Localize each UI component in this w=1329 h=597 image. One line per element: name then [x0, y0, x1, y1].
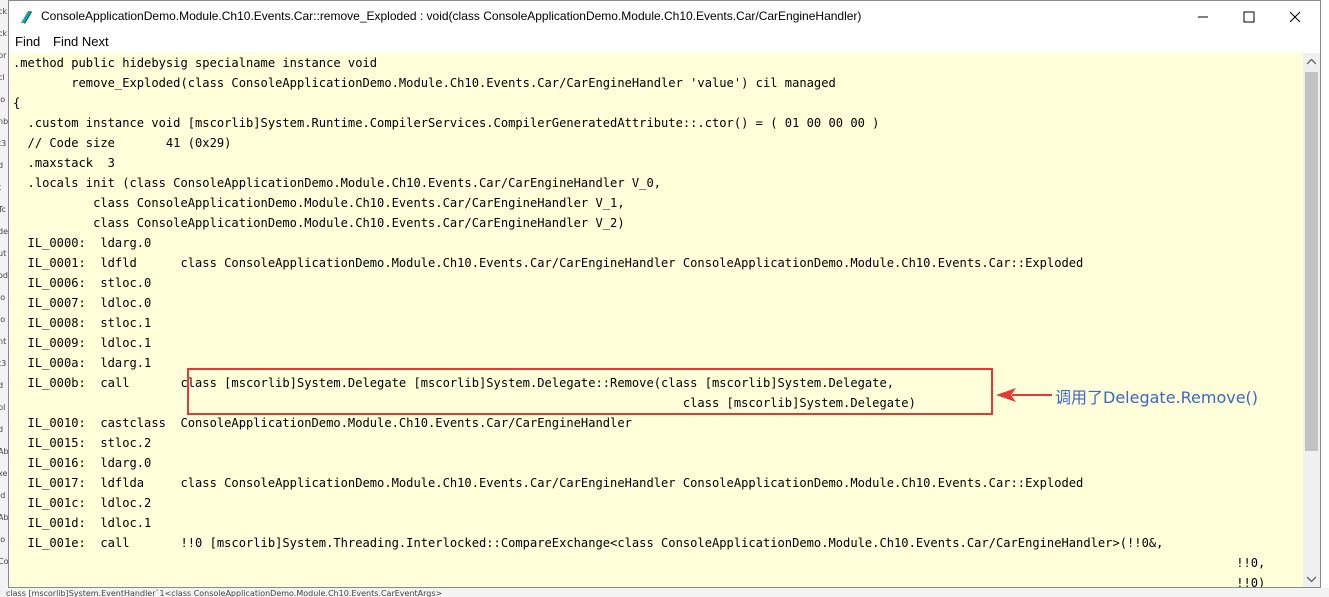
background-fragment: lo	[0, 315, 6, 324]
menu-find-next[interactable]: Find Next	[53, 34, 109, 49]
code-line: remove_Exploded(class ConsoleApplication…	[13, 76, 836, 90]
scroll-up-button[interactable]	[1303, 53, 1320, 70]
code-line: IL_0000: ldarg.0	[13, 236, 152, 250]
window-title: ConsoleApplicationDemo.Module.Ch10.Event…	[41, 9, 862, 23]
background-fragment: ck	[0, 7, 8, 16]
chevron-down-icon	[1307, 576, 1316, 582]
title-bar[interactable]: ConsoleApplicationDemo.Module.Ch10.Event…	[9, 1, 1320, 33]
background-fragment: pr	[0, 51, 7, 60]
code-line: !!0,	[13, 556, 1266, 570]
maximize-button[interactable]	[1226, 1, 1272, 32]
code-line: IL_0006: stloc.0	[13, 276, 152, 290]
app-icon	[21, 11, 32, 24]
code-line: IL_001c: ldloc.2	[13, 496, 152, 510]
background-fragment: Ab	[0, 513, 8, 522]
code-line: IL_001d: ldloc.1	[13, 516, 152, 530]
code-line: {	[13, 96, 21, 110]
background-fragment: xe	[0, 469, 8, 478]
annotation-label: 调用了Delegate.Remove()	[1055, 388, 1259, 407]
code-line: !!0)	[13, 576, 1266, 587]
code-line: IL_0010: castclass ConsoleApplicationDem…	[13, 416, 632, 430]
il-code-view[interactable]: .method public hidebysig specialname ins…	[10, 53, 1303, 587]
code-line: .locals init (class ConsoleApplicationDe…	[13, 176, 662, 190]
background-fragment: de	[0, 227, 8, 236]
background-fragment: t3	[0, 359, 7, 368]
background-fragment: lo	[0, 293, 6, 302]
code-line: IL_001e: call !!0 [mscorlib]System.Threa…	[13, 536, 1164, 550]
background-fragment: Co	[0, 557, 8, 566]
il-code-text: .method public hidebysig specialname ins…	[13, 53, 1265, 587]
background-fragment: lo	[0, 95, 6, 104]
background-window-bottom: class [mscorlib]System.EventHandler`1<cl…	[0, 588, 1329, 597]
chevron-up-icon	[1307, 58, 1316, 64]
background-fragment: ck	[0, 29, 8, 38]
background-window-left: ck ck pr cl lo nb t3 d t Tc de ut od lo lo nt t3 d pl d Ab xe…	[0, 0, 8, 597]
code-line: IL_0007: ldloc.0	[13, 296, 152, 310]
scroll-down-button[interactable]	[1303, 570, 1320, 587]
code-line: .maxstack 3	[13, 156, 115, 170]
background-fragment: cl	[0, 73, 5, 82]
maximize-icon	[1243, 11, 1255, 22]
scroll-thumb[interactable]	[1305, 72, 1318, 451]
ildasm-method-window: ConsoleApplicationDemo.Module.Ch10.Event…	[8, 0, 1321, 588]
background-fragment: nb	[0, 117, 8, 126]
code-line: IL_0017: ldflda class ConsoleApplication…	[13, 476, 1084, 490]
background-fragment: od	[0, 271, 8, 280]
background-fragment: nt	[0, 337, 7, 346]
code-line: IL_0008: stloc.1	[13, 316, 152, 330]
code-line: IL_0001: ldfld class ConsoleApplicationD…	[13, 256, 1084, 270]
code-line: IL_0009: ldloc.1	[13, 336, 152, 350]
background-fragment: ut	[0, 249, 7, 258]
minimize-button[interactable]	[1180, 1, 1226, 32]
code-line: // Code size 41 (0x29)	[13, 136, 232, 150]
close-icon	[1289, 11, 1301, 22]
menu-find[interactable]: Find	[15, 34, 40, 49]
minimize-icon	[1198, 16, 1208, 17]
code-line: IL_0015: stloc.2	[13, 436, 152, 450]
annotation-arrow-icon	[996, 388, 1052, 402]
background-fragment: pl	[0, 403, 6, 412]
background-fragment: lo	[0, 535, 6, 544]
code-line: class ConsoleApplicationDemo.Module.Ch10…	[13, 196, 625, 210]
menu-bar: Find Find Next	[9, 32, 1320, 52]
background-fragment: ld	[0, 491, 6, 500]
code-line: .custom instance void [mscorlib]System.R…	[13, 116, 880, 130]
background-fragment: d	[0, 381, 4, 390]
highlight-box	[187, 368, 993, 415]
code-line: IL_0016: ldarg.0	[13, 456, 152, 470]
background-fragment: d	[0, 161, 4, 170]
close-button[interactable]	[1272, 1, 1318, 32]
code-line: .method public hidebysig specialname ins…	[13, 56, 378, 70]
background-fragment: Ab	[0, 447, 8, 456]
code-line: class ConsoleApplicationDemo.Module.Ch10…	[13, 216, 625, 230]
vertical-scrollbar[interactable]	[1303, 53, 1320, 587]
background-fragment: Tc	[0, 205, 6, 214]
background-fragment: d	[0, 425, 4, 434]
background-fragment: t3	[0, 139, 7, 148]
background-fragment: t	[0, 180, 8, 197]
